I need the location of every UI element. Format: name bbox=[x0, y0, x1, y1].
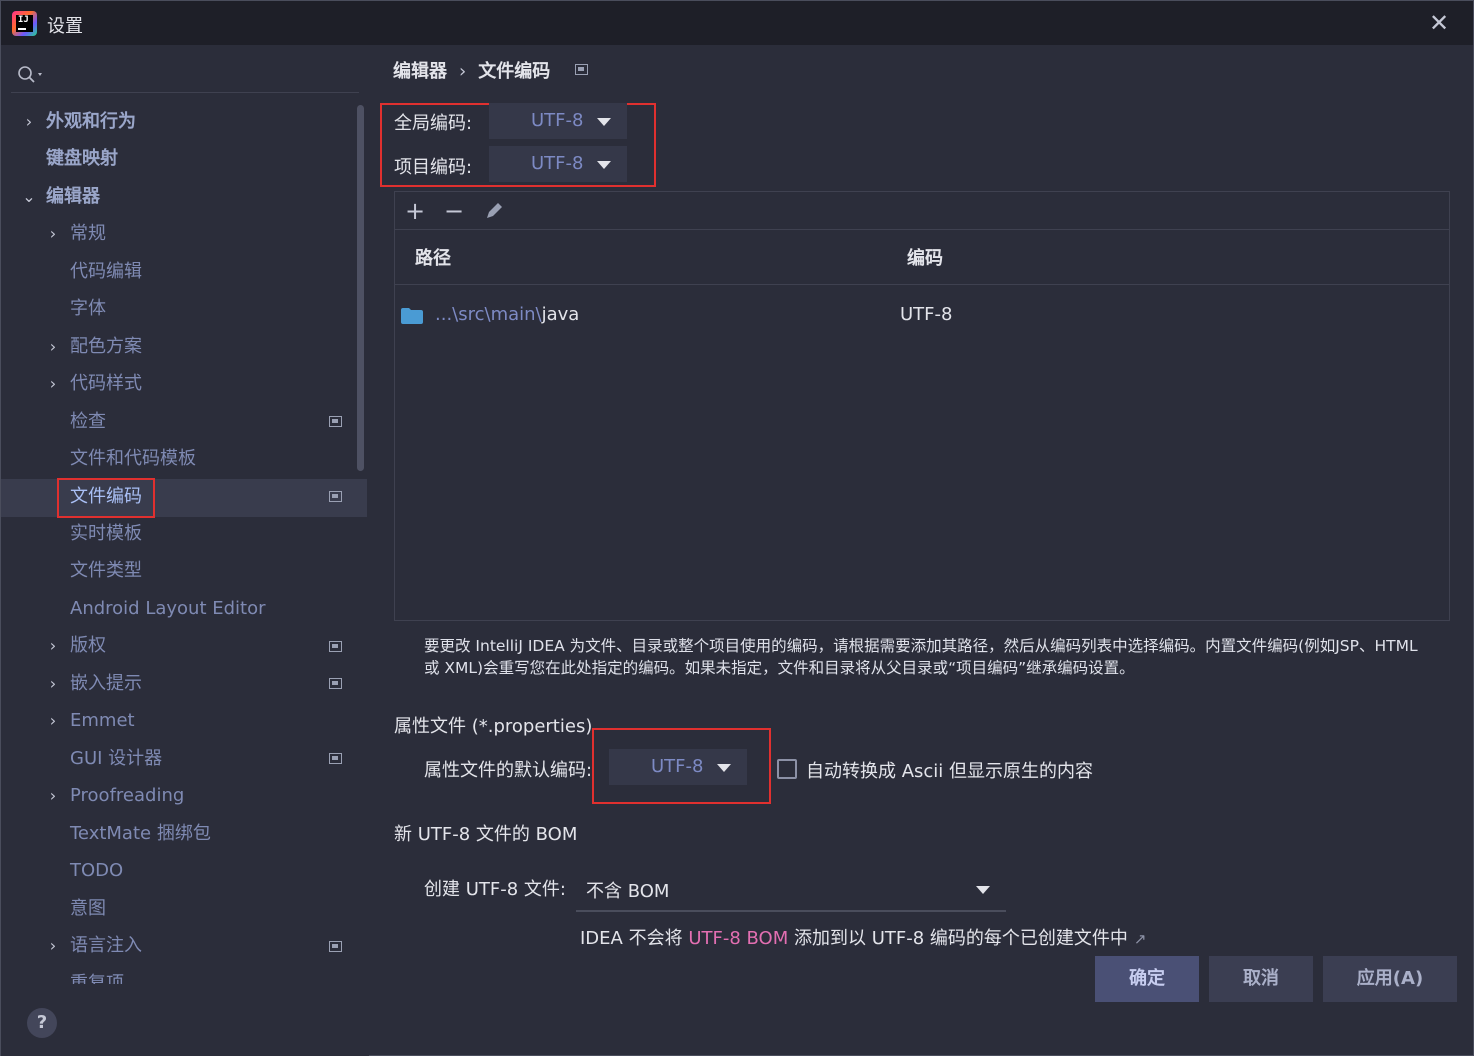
chevron-right-icon[interactable]: › bbox=[45, 366, 61, 402]
folder-icon bbox=[401, 308, 423, 324]
ok-button[interactable]: 确定 bbox=[1095, 956, 1199, 1002]
chevron-right-icon[interactable]: › bbox=[45, 628, 61, 664]
utf8-bom-link[interactable]: UTF-8 BOM bbox=[688, 928, 788, 949]
project-scope-icon bbox=[329, 416, 342, 427]
sidebar-item-todo[interactable]: TODO bbox=[70, 853, 123, 889]
selection-highlight-box bbox=[57, 478, 155, 518]
chevron-right-icon[interactable]: › bbox=[45, 703, 61, 739]
window-title: 设置 bbox=[47, 16, 83, 37]
project-scope-icon bbox=[329, 753, 342, 764]
column-header-path[interactable]: 路径 bbox=[415, 244, 451, 270]
chevron-right-icon[interactable]: › bbox=[45, 216, 61, 252]
dropdown-arrow-icon bbox=[597, 161, 611, 169]
chevron-right-icon[interactable]: › bbox=[45, 778, 61, 814]
sidebar-item-file-templates[interactable]: 文件和代码模板 bbox=[70, 441, 196, 477]
sidebar-item-gui-designer[interactable]: GUI 设计器 bbox=[70, 741, 162, 777]
breadcrumb-current: 文件编码 bbox=[478, 61, 551, 82]
bom-note: IDEA 不会将 UTF-8 BOM 添加到以 UTF-8 编码的每个已创建文件… bbox=[580, 928, 1147, 949]
file-encodings-panel: 编辑器 › 文件编码 全局编码: UTF-8 项目编码: UTF-8 + − 路径 … bbox=[369, 45, 1473, 1056]
edit-pencil-icon[interactable] bbox=[479, 196, 509, 226]
chevron-down-icon[interactable]: ⌄ bbox=[21, 179, 37, 215]
encoding-description: 要更改 IntelliJ IDEA 为文件、目录或整个项目使用的编码，请根据需要… bbox=[424, 637, 1418, 677]
project-encoding-label: 项目编码: bbox=[394, 157, 473, 178]
sidebar-item-code-editing[interactable]: 代码编辑 bbox=[70, 254, 142, 290]
settings-sidebar: › 外观和行为 键盘映射 ⌄ 编辑器 › 常规 代码编辑 字体 › 配色方案 ›… bbox=[1, 45, 369, 1056]
project-scope-icon bbox=[329, 678, 342, 689]
sidebar-item-textmate-bundles[interactable]: TextMate 捆绑包 bbox=[70, 816, 211, 852]
properties-default-label: 属性文件的默认编码: bbox=[424, 760, 593, 781]
breadcrumb: 编辑器 › 文件编码 bbox=[393, 57, 550, 83]
create-utf8-label: 创建 UTF-8 文件: bbox=[424, 879, 566, 900]
add-icon[interactable]: + bbox=[400, 196, 430, 226]
sidebar-item-intentions[interactable]: 意图 bbox=[70, 891, 106, 927]
chevron-right-icon[interactable]: › bbox=[45, 329, 61, 365]
project-scope-icon bbox=[329, 491, 342, 502]
sidebar-item-font[interactable]: 字体 bbox=[70, 291, 106, 327]
breadcrumb-separator-icon: › bbox=[459, 61, 467, 82]
breadcrumb-parent[interactable]: 编辑器 bbox=[393, 61, 447, 82]
sidebar-item-inspections[interactable]: 检查 bbox=[70, 404, 106, 440]
cancel-button[interactable]: 取消 bbox=[1209, 956, 1313, 1002]
header-divider bbox=[395, 284, 1449, 285]
native-to-ascii-label[interactable]: 自动转换成 Ascii 但显示原生的内容 bbox=[806, 757, 1093, 783]
title-bar: IJ 设置 ✕ bbox=[1, 1, 1473, 45]
close-icon[interactable]: ✕ bbox=[1427, 11, 1451, 35]
properties-encoding-select[interactable]: UTF-8 bbox=[609, 749, 747, 785]
table-toolbar: + − bbox=[395, 192, 1449, 230]
sidebar-item-duplicates-clip: 重复项 bbox=[70, 966, 270, 984]
search-icon bbox=[18, 66, 42, 83]
chevron-right-icon[interactable]: › bbox=[45, 666, 61, 702]
remove-icon[interactable]: − bbox=[439, 196, 469, 226]
create-utf8-bom-select[interactable]: 不含 BOM bbox=[576, 870, 1006, 912]
project-scope-icon bbox=[575, 64, 588, 75]
properties-section-title: 属性文件 (*.properties) bbox=[394, 716, 593, 737]
external-link-icon[interactable]: ↗ bbox=[1134, 930, 1147, 948]
intellij-app-icon: IJ bbox=[12, 11, 37, 36]
sidebar-scrollbar[interactable] bbox=[357, 105, 364, 471]
path-encoding-table: + − 路径 编码 ...\src\main\java UTF-8 bbox=[394, 191, 1450, 621]
sidebar-item-live-templates[interactable]: 实时模板 bbox=[70, 516, 142, 552]
apply-button[interactable]: 应用(A) bbox=[1323, 956, 1457, 1002]
chevron-right-icon[interactable]: › bbox=[21, 104, 37, 140]
chevron-right-icon[interactable]: › bbox=[45, 928, 61, 964]
native-to-ascii-checkbox[interactable] bbox=[777, 759, 797, 779]
column-header-encoding[interactable]: 编码 bbox=[907, 244, 943, 270]
help-button[interactable]: ? bbox=[27, 1008, 57, 1038]
table-row[interactable]: ...\src\main\java bbox=[435, 304, 579, 325]
search-input[interactable] bbox=[11, 57, 359, 93]
sidebar-item-android-layout-editor[interactable]: Android Layout Editor bbox=[70, 591, 266, 627]
dropdown-arrow-icon bbox=[597, 118, 611, 126]
dropdown-arrow-icon bbox=[717, 764, 731, 772]
dropdown-arrow-icon bbox=[976, 886, 990, 894]
project-scope-icon bbox=[329, 641, 342, 652]
project-encoding-select[interactable]: UTF-8 bbox=[489, 146, 627, 182]
sidebar-item-duplicates[interactable]: 重复项 bbox=[70, 966, 124, 984]
settings-window: IJ 设置 ✕ › 外观和行为 键盘映射 ⌄ 编辑器 › 常规 代码编辑 字体 … bbox=[0, 0, 1474, 1056]
global-encoding-select[interactable]: UTF-8 bbox=[489, 103, 627, 139]
project-scope-icon bbox=[329, 941, 342, 952]
sidebar-item-keymap[interactable]: 键盘映射 bbox=[46, 141, 118, 177]
sidebar-item-file-types[interactable]: 文件类型 bbox=[70, 553, 142, 589]
global-encoding-label: 全局编码: bbox=[394, 113, 473, 134]
bom-section-title: 新 UTF-8 文件的 BOM bbox=[394, 824, 578, 845]
row-encoding-cell[interactable]: UTF-8 bbox=[900, 304, 952, 325]
selected-row-highlight bbox=[1, 479, 367, 517]
